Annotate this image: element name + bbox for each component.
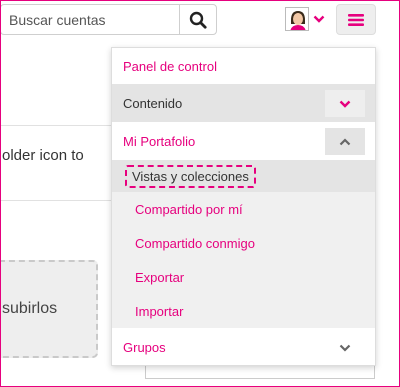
user-menu-chevron[interactable]	[312, 14, 326, 24]
avatar[interactable]	[285, 7, 309, 31]
chevron-down-icon	[339, 100, 351, 108]
content-divider	[0, 200, 111, 201]
submenu-item-shared-with-me[interactable]: Compartido conmigo	[112, 226, 375, 260]
menu-item-groups[interactable]: Grupos	[112, 328, 375, 366]
menu-item-label: Panel de control	[123, 58, 217, 74]
user-avatar-icon	[286, 8, 308, 30]
menu-item-label: Grupos	[123, 339, 166, 355]
submenu-item-export[interactable]: Exportar	[112, 260, 375, 294]
submenu-item-label: Vistas y colecciones	[125, 164, 256, 188]
search-button[interactable]	[179, 4, 217, 35]
expand-groups-button[interactable]	[325, 334, 365, 361]
menu-item-label: Mi Portafolio	[123, 133, 196, 149]
main-menu-button[interactable]	[336, 4, 376, 35]
submenu-item-import[interactable]: Importar	[112, 294, 375, 328]
menu-item-dashboard[interactable]: Panel de control	[112, 48, 375, 84]
chevron-down-icon	[313, 15, 325, 23]
expand-content-button[interactable]	[325, 90, 365, 117]
submenu-item-label: Exportar	[135, 269, 185, 285]
search-input[interactable]	[0, 4, 180, 35]
submenu-item-label: Compartido por mí	[135, 201, 243, 217]
dropzone-text: subirlos	[2, 300, 58, 317]
menu-item-content[interactable]: Contenido	[112, 84, 375, 122]
submenu-item-views-collections[interactable]: Vistas y colecciones	[112, 160, 375, 192]
collapse-portfolio-button[interactable]	[325, 128, 365, 155]
submenu-item-label: Compartido conmigo	[135, 235, 255, 251]
submenu-item-label: Importar	[135, 303, 184, 319]
background-instruction-text: older icon to	[2, 147, 84, 164]
chevron-up-icon	[339, 137, 351, 145]
hamburger-menu-icon	[348, 13, 364, 26]
submenu-item-shared-by-me[interactable]: Compartido por mí	[112, 192, 375, 226]
main-navigation-menu: Panel de control Contenido Mi Portafolio…	[111, 47, 376, 366]
chevron-down-icon	[339, 344, 351, 352]
search-icon	[189, 11, 207, 29]
menu-item-portfolio[interactable]: Mi Portafolio	[112, 122, 375, 160]
menu-item-label: Contenido	[123, 95, 183, 111]
content-divider	[0, 125, 111, 126]
portfolio-submenu: Vistas y colecciones Compartido por mí C…	[112, 160, 375, 328]
